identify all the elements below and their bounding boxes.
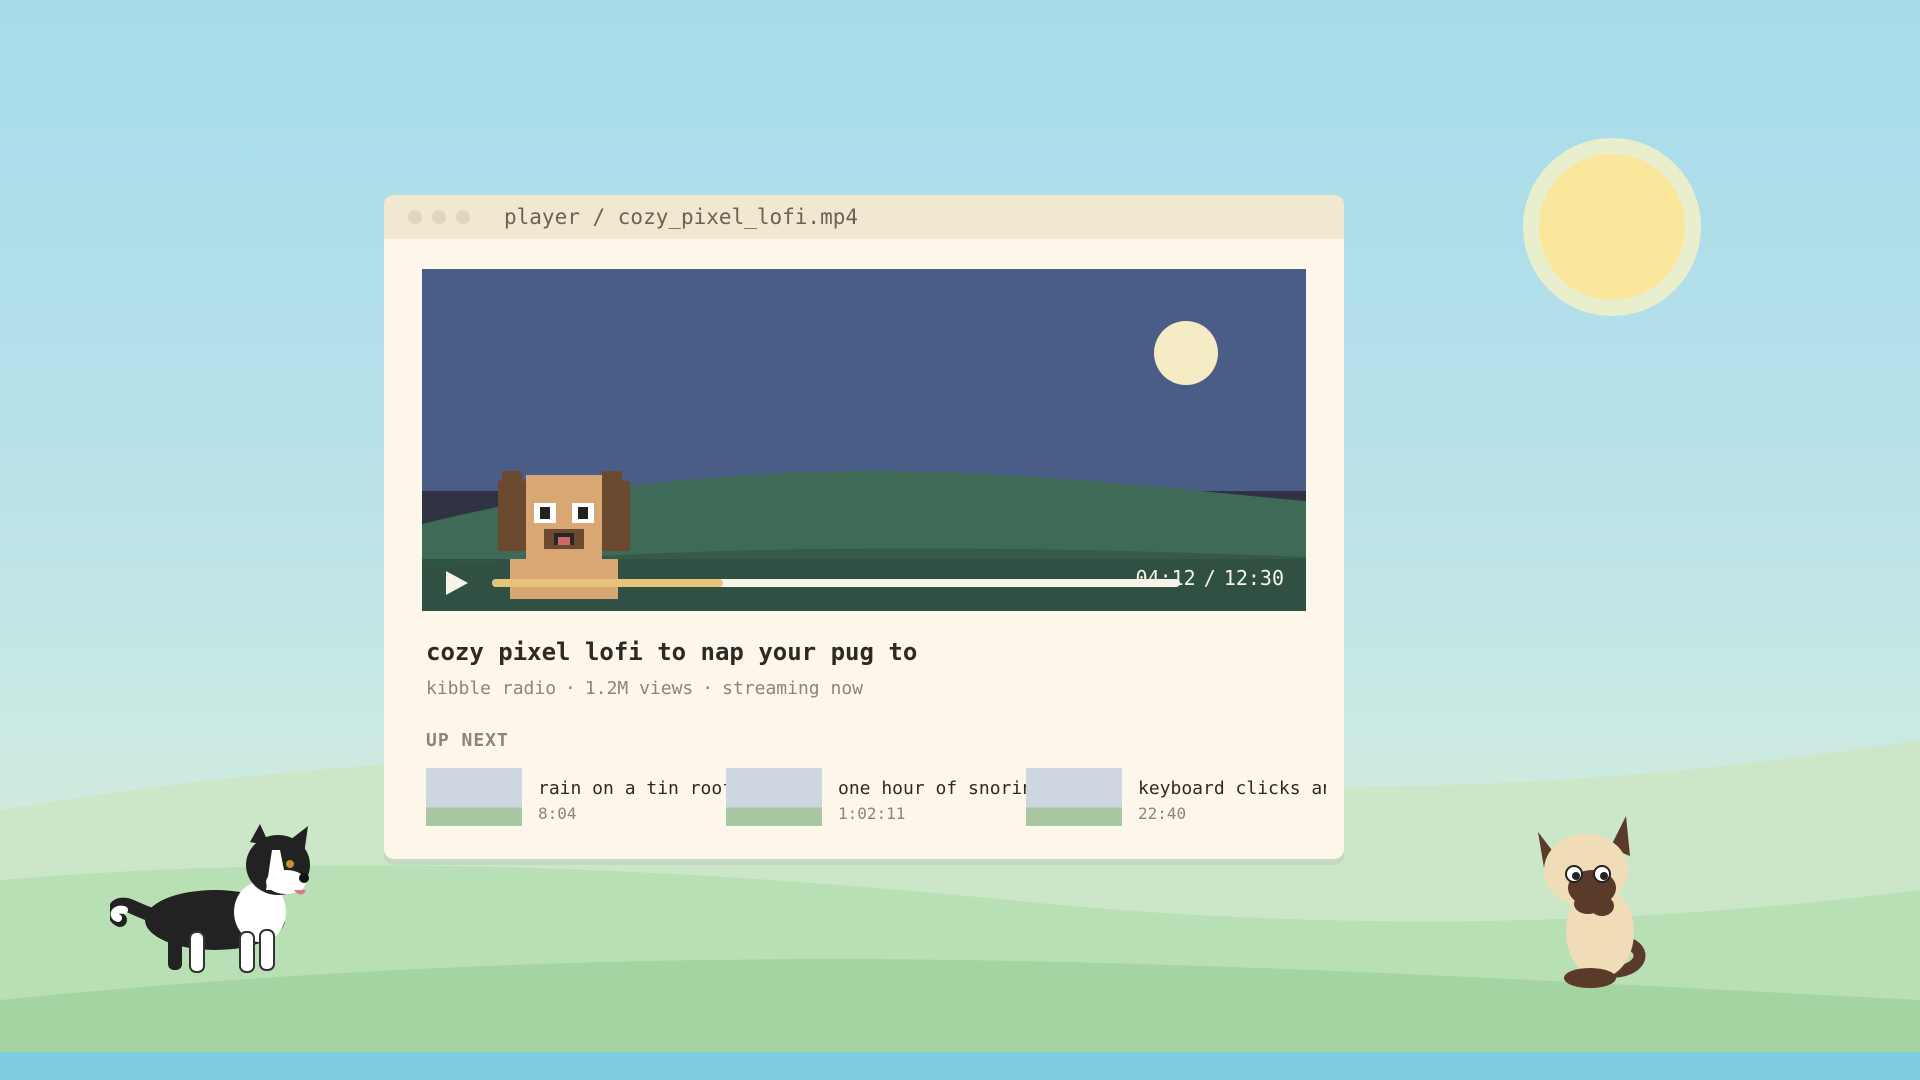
border-collie-dog-icon	[110, 824, 310, 973]
meta-separator: ·	[565, 678, 576, 699]
up-next-title[interactable]: one hour of snoring	[838, 778, 1026, 799]
up-next-title[interactable]: keyboard clicks and	[1138, 778, 1326, 799]
video-title[interactable]: cozy pixel lofi to nap your pug to	[426, 638, 917, 666]
progress-bar[interactable]	[492, 579, 1180, 587]
elapsed-time: 04:12	[1135, 566, 1196, 590]
up-next-duration: 22:40	[1138, 804, 1187, 823]
desktop-scene: player / cozy_pixel_lofi.mp4 04:12 / 12:…	[0, 0, 1920, 1080]
up-next-thumbnail[interactable]	[1026, 768, 1122, 826]
time-separator: /	[1203, 566, 1216, 590]
siamese-cat-icon	[1538, 816, 1646, 988]
time-readout: 04:12 / 12:30	[1136, 566, 1284, 590]
video-moon	[1154, 321, 1218, 385]
up-next-thumbnail[interactable]	[726, 768, 822, 826]
up-next-title[interactable]: rain on a tin roof	[538, 778, 726, 799]
up-next-item[interactable]: rain on a tin roof 8:04	[426, 768, 726, 830]
player-window: player / cozy_pixel_lofi.mp4 04:12 / 12:…	[384, 195, 1344, 859]
view-count: 1.2M views	[584, 678, 694, 699]
up-next-duration: 1:02:11	[838, 804, 906, 823]
window-minimize-dot[interactable]	[432, 210, 446, 224]
bottom-band	[0, 1052, 1920, 1080]
window-title: player / cozy_pixel_lofi.mp4	[504, 205, 859, 229]
window-close-dot[interactable]	[408, 210, 422, 224]
player-controls: 04:12 / 12:30	[422, 555, 1306, 611]
stream-status: streaming now	[722, 678, 863, 699]
window-titlebar[interactable]: player / cozy_pixel_lofi.mp4	[384, 195, 1344, 239]
video-info: cozy pixel lofi to nap your pug to kibbl…	[426, 638, 917, 699]
up-next-heading: UP NEXT	[426, 730, 509, 751]
up-next-item[interactable]: one hour of snoring 1:02:11	[726, 768, 1026, 830]
channel-name[interactable]: kibble radio	[426, 678, 556, 699]
play-icon[interactable]	[444, 569, 470, 597]
up-next-list: rain on a tin roof 8:04 one hour of snor…	[426, 768, 1344, 830]
meta-separator: ·	[702, 678, 714, 699]
progress-bar-fill	[492, 579, 724, 587]
total-duration: 12:30	[1223, 566, 1284, 590]
window-maximize-dot[interactable]	[456, 210, 470, 224]
up-next-item[interactable]: keyboard clicks and 22:40	[1026, 768, 1326, 830]
sun	[1539, 154, 1685, 300]
video-frame[interactable]: 04:12 / 12:30	[422, 269, 1306, 611]
up-next-duration: 8:04	[538, 804, 577, 823]
up-next-thumbnail[interactable]	[426, 768, 522, 826]
video-meta: kibble radio · 1.2M views · streaming now	[426, 678, 917, 699]
